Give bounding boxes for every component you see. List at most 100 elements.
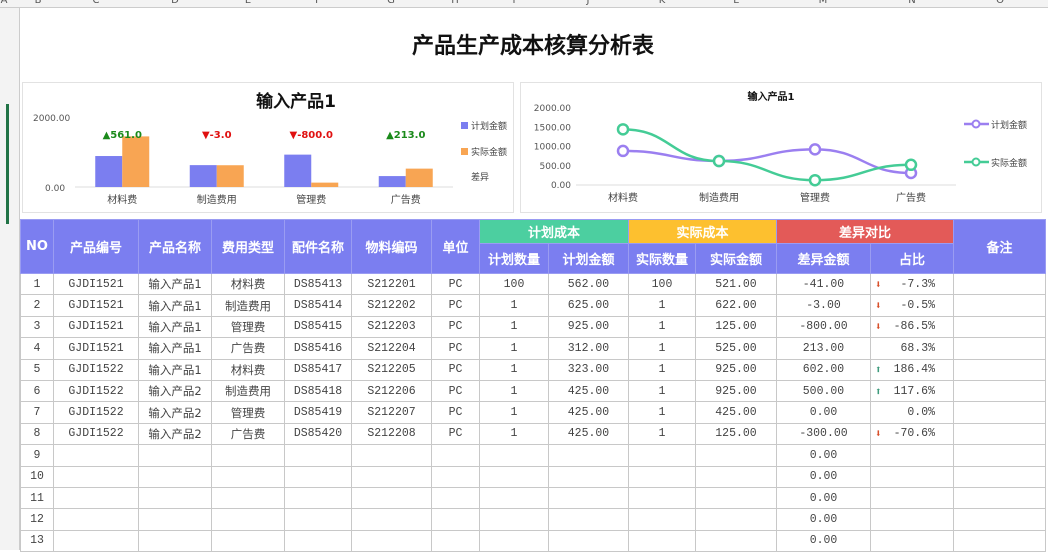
- cell-product-name[interactable]: 输入产品1: [138, 358, 212, 381]
- cell-cost-type[interactable]: [211, 444, 285, 467]
- cell-unit[interactable]: [431, 508, 480, 531]
- column-header[interactable]: N: [908, 0, 915, 6]
- cell-remark[interactable]: [953, 294, 1046, 317]
- cell-cost-type[interactable]: 材料费: [211, 272, 285, 296]
- cell-plan-qty[interactable]: 1: [479, 422, 549, 446]
- cell-diff-amount[interactable]: -800.00: [776, 315, 871, 339]
- cell-no[interactable]: 13: [20, 529, 54, 552]
- cell-unit[interactable]: PC: [431, 294, 480, 317]
- cell-plan-amount[interactable]: [548, 486, 629, 510]
- cell-part-name[interactable]: DS85417: [284, 358, 352, 381]
- cell-part-name[interactable]: DS85416: [284, 337, 352, 360]
- cell-remark[interactable]: [953, 379, 1046, 403]
- cell-cost-type[interactable]: 广告费: [211, 337, 285, 360]
- cell-unit[interactable]: PC: [431, 272, 480, 296]
- cell-ratio[interactable]: ⬇ -7.3%: [870, 272, 954, 296]
- cell-part-name[interactable]: DS85420: [284, 422, 352, 446]
- cell-unit[interactable]: PC: [431, 337, 480, 360]
- cell-actual-qty[interactable]: 1: [628, 422, 696, 446]
- cell-material-code[interactable]: [351, 444, 432, 467]
- cell-product-name[interactable]: 输入产品1: [138, 272, 212, 296]
- cell-product-name[interactable]: [138, 529, 212, 552]
- cell-cost-type[interactable]: 管理费: [211, 401, 285, 424]
- cell-no[interactable]: 5: [20, 358, 54, 381]
- cell-diff-amount[interactable]: 0.00: [776, 529, 871, 552]
- cell-product-name[interactable]: 输入产品1: [138, 294, 212, 317]
- cell-plan-amount[interactable]: [548, 465, 629, 488]
- cell-unit[interactable]: PC: [431, 422, 480, 446]
- cell-actual-qty[interactable]: 1: [628, 358, 696, 381]
- column-header[interactable]: L: [733, 0, 739, 6]
- cell-product-name[interactable]: [138, 508, 212, 531]
- cell-unit[interactable]: PC: [431, 315, 480, 339]
- cell-diff-amount[interactable]: 0.00: [776, 465, 871, 488]
- cell-plan-qty[interactable]: [479, 508, 549, 531]
- cell-unit[interactable]: [431, 444, 480, 467]
- cell-product-code[interactable]: GJDI1522: [53, 358, 139, 381]
- cell-plan-amount[interactable]: 925.00: [548, 315, 629, 339]
- cell-material-code[interactable]: S212204: [351, 337, 432, 360]
- cell-no[interactable]: 10: [20, 465, 54, 488]
- cell-product-code[interactable]: [53, 465, 139, 488]
- cell-plan-amount[interactable]: 312.00: [548, 337, 629, 360]
- cell-no[interactable]: 6: [20, 379, 54, 403]
- cell-material-code[interactable]: [351, 486, 432, 510]
- cell-no[interactable]: 11: [20, 486, 54, 510]
- cell-cost-type[interactable]: 材料费: [211, 358, 285, 381]
- cell-actual-qty[interactable]: [628, 508, 696, 531]
- cell-actual-amount[interactable]: [695, 508, 777, 531]
- cell-product-name[interactable]: [138, 486, 212, 510]
- cell-product-name[interactable]: [138, 444, 212, 467]
- cell-material-code[interactable]: [351, 508, 432, 531]
- cell-actual-qty[interactable]: 1: [628, 379, 696, 403]
- cell-actual-amount[interactable]: 125.00: [695, 422, 777, 446]
- cell-no[interactable]: 9: [20, 444, 54, 467]
- cell-remark[interactable]: [953, 508, 1046, 531]
- cell-ratio[interactable]: ⬇ -70.6%: [870, 422, 954, 446]
- cell-part-name[interactable]: [284, 508, 352, 531]
- cell-remark[interactable]: [953, 486, 1046, 510]
- cell-actual-amount[interactable]: [695, 529, 777, 552]
- cell-remark[interactable]: [953, 272, 1046, 296]
- cell-actual-qty[interactable]: [628, 486, 696, 510]
- cell-material-code[interactable]: S212208: [351, 422, 432, 446]
- cell-part-name[interactable]: DS85414: [284, 294, 352, 317]
- cell-remark[interactable]: [953, 401, 1046, 424]
- cell-unit[interactable]: PC: [431, 379, 480, 403]
- cell-remark[interactable]: [953, 465, 1046, 488]
- column-header[interactable]: B: [35, 0, 42, 6]
- cell-no[interactable]: 7: [20, 401, 54, 424]
- cell-cost-type[interactable]: [211, 508, 285, 531]
- cell-actual-amount[interactable]: 425.00: [695, 401, 777, 424]
- cell-actual-amount[interactable]: [695, 465, 777, 488]
- cell-plan-amount[interactable]: [548, 508, 629, 531]
- cell-material-code[interactable]: S212201: [351, 272, 432, 296]
- column-header[interactable]: A: [1, 0, 8, 6]
- cell-plan-amount[interactable]: 625.00: [548, 294, 629, 317]
- cell-product-name[interactable]: 输入产品1: [138, 337, 212, 360]
- bar-chart[interactable]: 输入产品1 2000.00 0.00 材料费 ▲561.0 制造费用 ▼-3.0 管理费 ▼-8…: [22, 82, 514, 213]
- cell-plan-qty[interactable]: [479, 486, 549, 510]
- cell-product-name[interactable]: 输入产品1: [138, 315, 212, 339]
- cell-diff-amount[interactable]: 0.00: [776, 486, 871, 510]
- cell-part-name[interactable]: [284, 529, 352, 552]
- cell-material-code[interactable]: [351, 529, 432, 552]
- cell-ratio[interactable]: [870, 529, 954, 552]
- cell-unit[interactable]: [431, 529, 480, 552]
- cell-plan-amount[interactable]: 562.00: [548, 272, 629, 296]
- column-header[interactable]: J: [587, 0, 590, 6]
- cell-diff-amount[interactable]: 213.00: [776, 337, 871, 360]
- cell-actual-amount[interactable]: [695, 444, 777, 467]
- cell-remark[interactable]: [953, 315, 1046, 339]
- column-header[interactable]: H: [451, 0, 459, 6]
- cell-material-code[interactable]: S212206: [351, 379, 432, 403]
- cell-no[interactable]: 12: [20, 508, 54, 531]
- cell-actual-qty[interactable]: 100: [628, 272, 696, 296]
- cell-plan-qty[interactable]: 1: [479, 358, 549, 381]
- cell-remark[interactable]: [953, 444, 1046, 467]
- cell-material-code[interactable]: S212202: [351, 294, 432, 317]
- cell-plan-qty[interactable]: 1: [479, 294, 549, 317]
- cell-actual-amount[interactable]: 622.00: [695, 294, 777, 317]
- cell-diff-amount[interactable]: 0.00: [776, 444, 871, 467]
- cell-plan-qty[interactable]: 1: [479, 401, 549, 424]
